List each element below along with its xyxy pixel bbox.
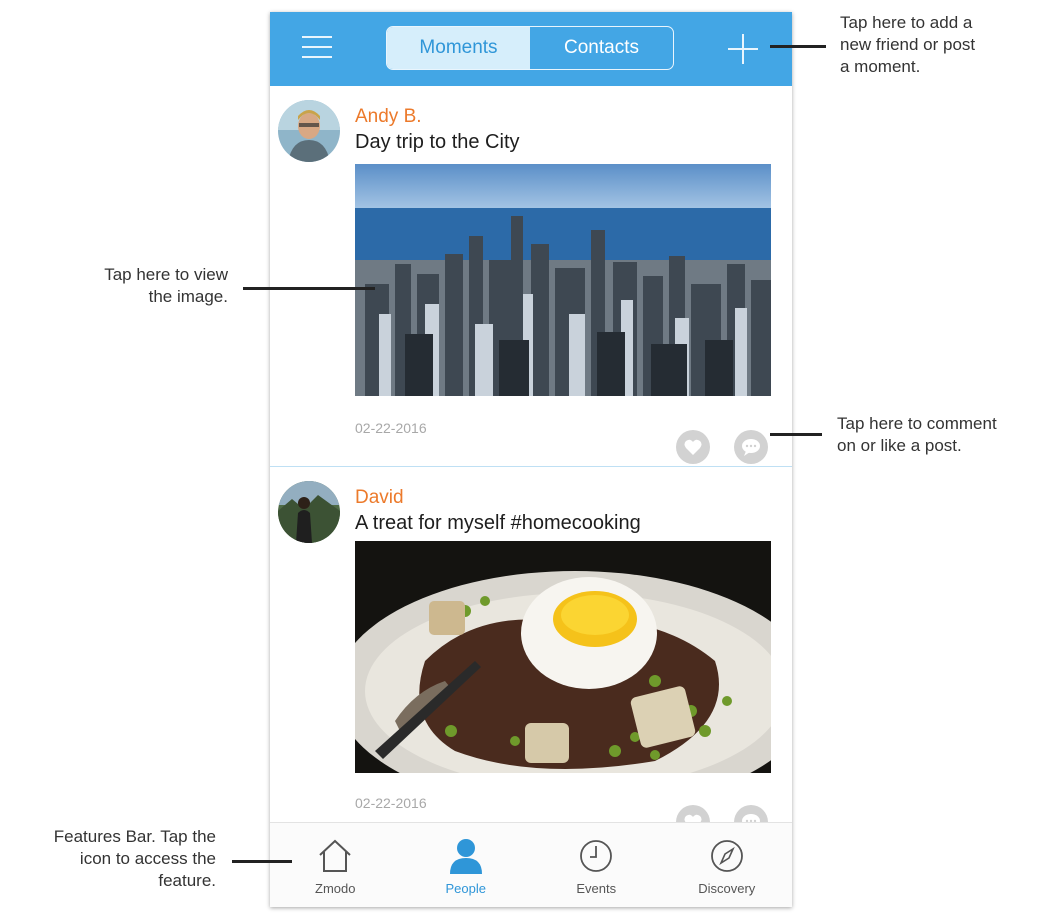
avatar[interactable] xyxy=(278,481,340,543)
post-date: 02-22-2016 xyxy=(355,795,427,811)
nav-label: Zmodo xyxy=(315,881,356,896)
avatar[interactable] xyxy=(278,100,340,162)
post-username[interactable]: David xyxy=(355,487,404,509)
post-username[interactable]: Andy B. xyxy=(355,106,422,128)
person-icon xyxy=(449,839,482,874)
post-caption: A treat for myself #homecooking xyxy=(355,512,641,534)
annotation-pointer xyxy=(232,860,292,863)
post-divider xyxy=(270,466,792,467)
annotation-image: Tap here to view the image. xyxy=(104,265,228,306)
phone-screen: Moments Contacts Andy B. Day trip to the… xyxy=(270,12,792,907)
nav-label: Discovery xyxy=(698,881,756,896)
top-bar: Moments Contacts xyxy=(270,12,792,86)
comment-bubble-icon[interactable] xyxy=(734,430,768,464)
tab-moments[interactable]: Moments xyxy=(387,27,530,69)
nav-label: Events xyxy=(576,881,617,896)
annotation-pointer xyxy=(770,433,822,436)
like-heart-icon[interactable] xyxy=(676,430,710,464)
annotation-add: Tap here to add a new friend or post a m… xyxy=(840,13,976,76)
features-bar: Zmodo People Events Discovery xyxy=(270,822,792,907)
clock-icon xyxy=(580,840,613,872)
nav-discovery[interactable]: Discovery xyxy=(662,823,793,907)
city-skyline-photo[interactable] xyxy=(355,164,771,396)
home-icon xyxy=(319,839,351,872)
hamburger-icon[interactable] xyxy=(302,36,332,60)
annotation-features: Features Bar. Tap the icon to access the… xyxy=(53,827,216,890)
nav-zmodo[interactable]: Zmodo xyxy=(270,823,401,907)
steak-and-egg-photo[interactable] xyxy=(355,541,771,773)
nav-people[interactable]: People xyxy=(401,823,532,907)
post-date: 02-22-2016 xyxy=(355,420,427,436)
tab-contacts[interactable]: Contacts xyxy=(530,27,673,69)
tab-switcher: Moments Contacts xyxy=(386,26,674,70)
annotation-pointer xyxy=(770,45,826,48)
compass-icon xyxy=(710,840,743,872)
annotation-comment: Tap here to comment on or like a post. xyxy=(837,414,997,455)
plus-icon[interactable] xyxy=(728,34,758,64)
post-caption: Day trip to the City xyxy=(355,131,520,153)
annotation-pointer xyxy=(243,287,375,290)
nav-label: People xyxy=(445,881,486,896)
nav-events[interactable]: Events xyxy=(531,823,662,907)
